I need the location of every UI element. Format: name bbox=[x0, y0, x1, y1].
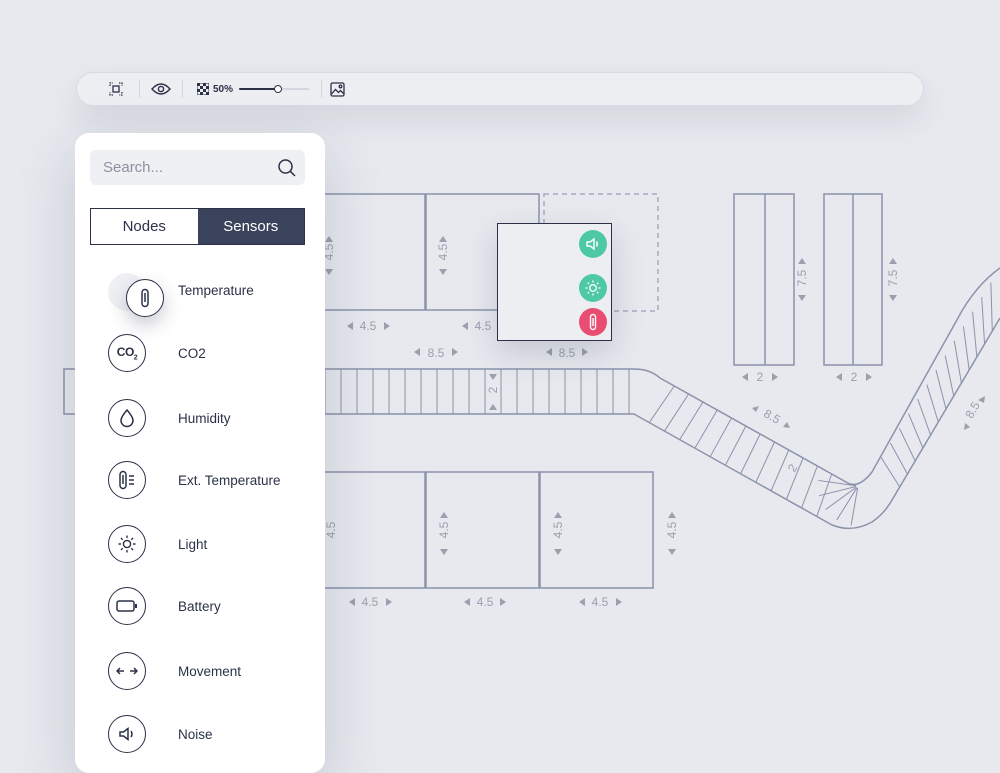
dim-bottom-3-width: 4.5 bbox=[592, 595, 609, 609]
search-input[interactable] bbox=[90, 150, 270, 185]
slider-fill bbox=[239, 88, 278, 90]
visibility-button[interactable] bbox=[150, 78, 172, 100]
fit-icon bbox=[109, 82, 123, 96]
dim-diagonal-1: 8.5 bbox=[761, 406, 783, 427]
speaker-icon bbox=[119, 726, 133, 742]
sensor-icon-circle bbox=[108, 461, 146, 499]
eye-icon bbox=[151, 83, 171, 95]
opacity-slider[interactable] bbox=[239, 84, 310, 94]
dim-diagonal-2: 8.5 bbox=[962, 399, 983, 421]
droplet-icon bbox=[120, 408, 134, 428]
dim-top-span-2: 8.5 bbox=[559, 346, 576, 360]
sensor-label: Light bbox=[178, 536, 208, 552]
thermometer-icon bbox=[589, 313, 597, 331]
dim-top-room-2-height: 4.5 bbox=[436, 243, 450, 260]
sensor-icon-circle bbox=[108, 652, 146, 690]
sensor-item-temperature[interactable]: Temperature bbox=[108, 269, 254, 317]
dim-tall-1-height: 7.5 bbox=[795, 269, 809, 286]
toolbar: 50% bbox=[76, 72, 924, 106]
selected-node[interactable] bbox=[497, 223, 612, 341]
corridor[interactable] bbox=[310, 267, 1000, 486]
sun-icon bbox=[118, 535, 136, 553]
battery-icon bbox=[116, 600, 137, 612]
node-sensor-noise[interactable] bbox=[579, 230, 607, 258]
slider-thumb[interactable] bbox=[273, 85, 282, 93]
dim-diagonal-width: 2 bbox=[785, 461, 801, 474]
node-sensor-light[interactable] bbox=[579, 274, 607, 302]
dim-top-span-1: 8.5 bbox=[428, 346, 445, 360]
sensor-icon-circle bbox=[108, 399, 146, 437]
sensor-label: Ext. Temperature bbox=[178, 472, 281, 488]
sensor-item-noise[interactable]: Noise bbox=[108, 713, 213, 755]
checker-icon bbox=[197, 83, 209, 95]
sensor-label: Humidity bbox=[178, 410, 231, 426]
sensor-icon-circle bbox=[108, 715, 146, 753]
sensor-label: Temperature bbox=[178, 282, 254, 298]
ext-thermometer-icon bbox=[119, 470, 134, 490]
dim-tall-1-width: 2 bbox=[757, 370, 764, 384]
dim-corridor-width: 2 bbox=[486, 386, 500, 393]
sensor-item-movement[interactable]: Movement bbox=[108, 650, 241, 692]
sensor-item-ext-temperature[interactable]: Ext. Temperature bbox=[108, 459, 281, 501]
fit-to-screen-button[interactable] bbox=[105, 78, 127, 100]
sensor-icon-circle bbox=[108, 587, 146, 625]
dim-bottom-3-height: 4.5 bbox=[551, 521, 565, 538]
sensor-label: Movement bbox=[178, 663, 242, 679]
sensor-label: CO2 bbox=[178, 345, 206, 361]
sensor-label: Battery bbox=[178, 598, 221, 614]
panel-tabs: Nodes Sensors bbox=[90, 208, 305, 245]
room-tall-1[interactable] bbox=[733, 193, 795, 366]
image-icon bbox=[329, 81, 345, 97]
dim-tall-2-height: 7.5 bbox=[886, 269, 900, 286]
opacity-value: 50% bbox=[213, 83, 234, 95]
sensor-panel: Nodes Sensors Temperature CO2 CO2 bbox=[75, 133, 325, 773]
toolbar-divider bbox=[139, 80, 140, 98]
co2-icon: CO2 bbox=[116, 344, 138, 362]
thermometer-icon bbox=[141, 288, 149, 308]
dim-top-room-1-width: 4.5 bbox=[360, 319, 377, 333]
tab-nodes[interactable]: Nodes bbox=[91, 209, 198, 244]
sensor-item-co2[interactable]: CO2 CO2 bbox=[108, 332, 206, 374]
tab-sensors[interactable]: Sensors bbox=[197, 209, 304, 244]
opacity-control: 50% bbox=[197, 83, 310, 95]
background-image-button[interactable] bbox=[326, 78, 348, 100]
dim-bottom-outer-height: 4.5 bbox=[665, 521, 679, 538]
sun-icon bbox=[585, 280, 601, 296]
dim-top-room-2-width: 4.5 bbox=[475, 319, 492, 333]
sensor-icon-circle bbox=[126, 279, 164, 317]
dim-bottom-1-height: 4.5 bbox=[324, 521, 338, 538]
search-box bbox=[90, 150, 305, 185]
sensor-item-humidity[interactable]: Humidity bbox=[108, 397, 231, 439]
node-sensor-temperature[interactable] bbox=[579, 308, 607, 336]
sensor-icon-circle: CO2 bbox=[108, 334, 146, 372]
toolbar-divider bbox=[321, 80, 323, 98]
search-icon[interactable] bbox=[277, 158, 297, 178]
dim-tall-2-width: 2 bbox=[851, 370, 858, 384]
dim-bottom-1-width: 4.5 bbox=[362, 595, 379, 609]
dim-bottom-2-height: 4.5 bbox=[437, 521, 451, 538]
sensor-item-battery[interactable]: Battery bbox=[108, 585, 221, 627]
sensor-icon-circle bbox=[108, 525, 146, 563]
arrows-horizontal-icon bbox=[116, 667, 138, 675]
dim-bottom-2-width: 4.5 bbox=[477, 595, 494, 609]
speaker-icon bbox=[586, 237, 598, 251]
toolbar-divider bbox=[182, 80, 183, 98]
sensor-item-light[interactable]: Light bbox=[108, 523, 207, 565]
sensor-label: Noise bbox=[178, 726, 213, 742]
